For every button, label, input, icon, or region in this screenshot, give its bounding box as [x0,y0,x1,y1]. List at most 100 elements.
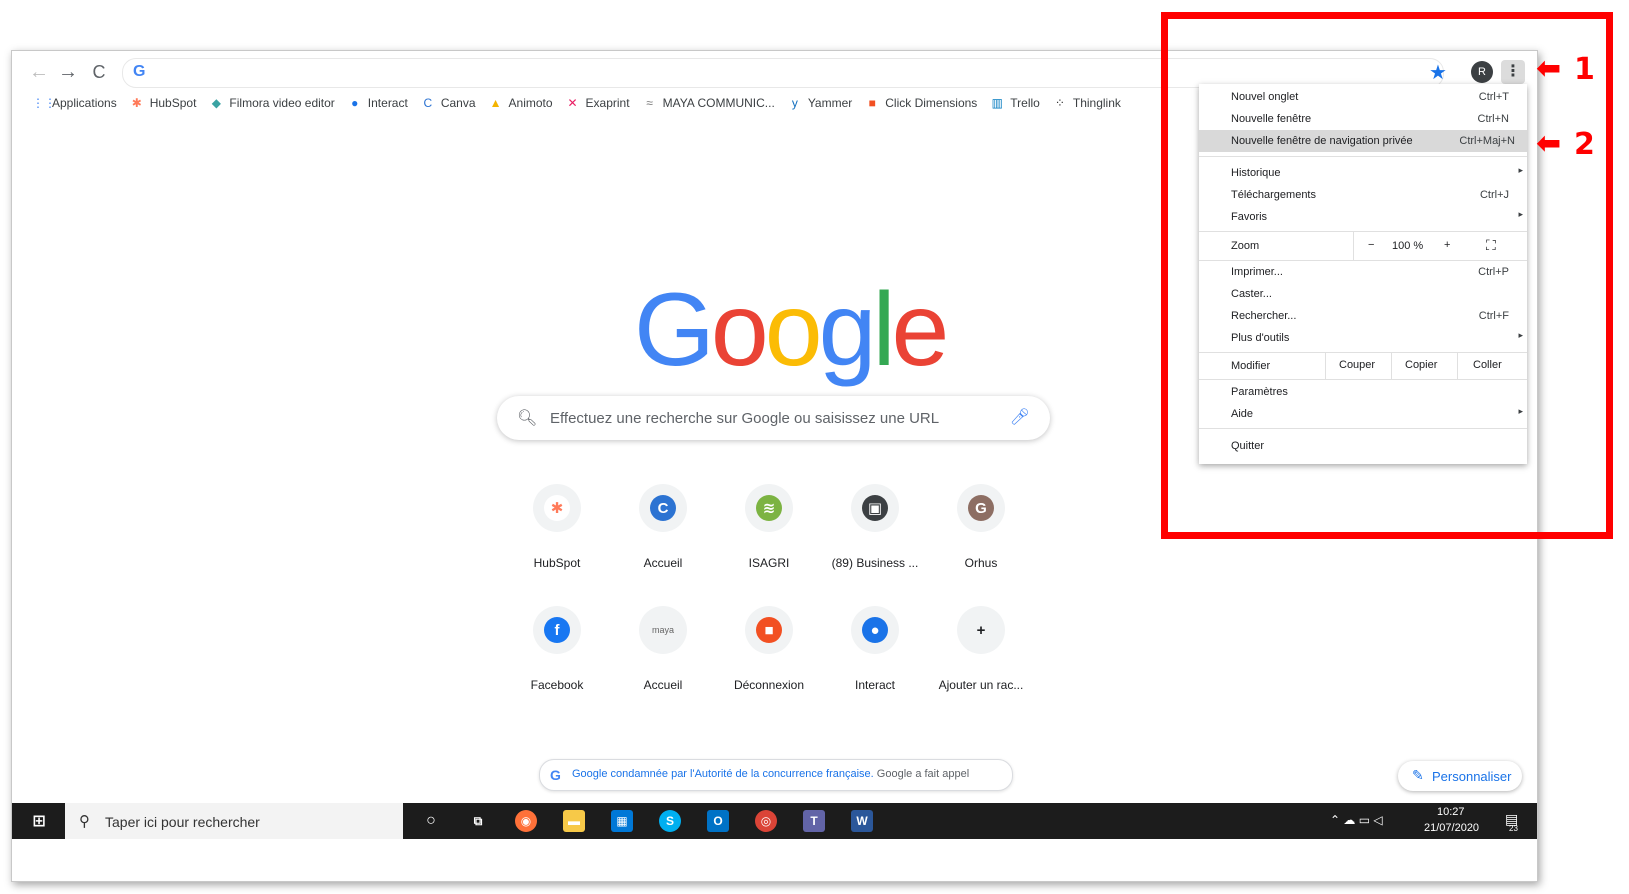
shortcut-tile[interactable]: ✱ HubSpot [501,476,613,588]
taskbar-search-input[interactable]: Taper ici pour rechercher [105,814,260,830]
clock-time[interactable]: 10:27 [1437,806,1465,818]
shortcut-circle: ✱ [533,484,581,532]
microsoft-icon: ■ [756,617,782,643]
highlight-box [1161,12,1613,539]
news-link[interactable]: Google condamnée par l'Autorité de la co… [572,768,874,780]
customize-label: Personnaliser [1432,769,1512,784]
shortcut-label: (89) Business ... [831,556,919,570]
forward-button[interactable]: → [55,59,81,85]
logo-letter: e [891,272,950,388]
logo-letter: g [818,272,877,388]
clock-date[interactable]: 21/07/2020 [1424,822,1479,834]
bookmark-item[interactable]: ▲ Animoto [489,96,553,110]
bookmark-item[interactable]: ⁘ Thinglink [1053,96,1121,110]
back-button[interactable]: ← [26,59,52,85]
google-g-icon: G [133,63,146,80]
bookmark-label: Exaprint [585,96,630,110]
letter-g-icon: G [968,495,994,521]
cortana-icon[interactable]: ○ [420,810,442,832]
bookmark-label: Filmora video editor [229,96,335,110]
hubspot-icon: ✱ [131,96,142,110]
bookmark-label: HubSpot [149,96,197,110]
interact-icon: ● [351,96,359,110]
canva-icon: C [650,495,676,521]
customize-button[interactable]: ✎ Personnaliser [1398,761,1522,791]
google-logo: Google [634,271,950,390]
outlook-icon[interactable]: O [707,810,729,832]
task-view-icon[interactable]: ⧉ [467,810,489,832]
shortcut-tile[interactable]: G Orhus [925,476,1037,588]
shortcut-circle: ▣ [851,484,899,532]
arrow-left-icon: ⬅ [1536,52,1562,85]
firefox-icon[interactable]: ◉ [515,810,537,832]
news-text: Google a fait appel [873,768,970,780]
bookmark-item[interactable]: ✕ Exaprint [566,96,630,110]
search-icon: ⚲ [79,813,90,830]
search-icon: 🔍︎ [517,410,538,427]
search-input[interactable]: Effectuez une recherche sur Google ou sa… [550,410,939,427]
file-explorer-icon[interactable]: ▬ [563,810,585,832]
bookmark-item[interactable]: ▥ Trello [990,96,1040,110]
bookmark-label: Applications [52,96,117,110]
news-chip[interactable]: G Google condamnée par l'Autorité de la … [539,759,1013,791]
shortcut-label: Accueil [643,678,683,692]
bookmark-label: Thinglink [1072,96,1121,110]
bookmark-label: Interact [367,96,408,110]
search-box[interactable]: 🔍︎ Effectuez une recherche sur Google ou… [497,396,1050,440]
filmora-icon: ◆ [211,96,222,110]
facebook-icon: f [544,617,570,643]
logo-letter: o [764,272,823,388]
shortcut-label: HubSpot [533,556,581,570]
step-number-1: 1 [1574,52,1595,87]
hubspot-icon: ✱ [544,495,570,521]
store-icon[interactable]: ▦ [611,810,633,832]
bookmark-label: Animoto [508,96,553,110]
shortcut-tile[interactable]: f Facebook [501,598,613,710]
grid-icon: ⋮⋮ [32,96,56,110]
shortcut-tile[interactable]: maya Accueil [607,598,719,710]
bookmark-item[interactable]: ◆ Filmora video editor [209,96,335,110]
logo-letter: G [634,272,715,388]
bookmark-item[interactable]: ≈ MAYA COMMUNIC... [643,96,775,110]
shortcut-tile[interactable]: ■ Déconnexion [713,598,825,710]
bookmark-item[interactable]: C Canva [421,96,475,110]
skype-icon[interactable]: S [659,810,681,832]
bookmark-label: Yammer [807,96,853,110]
shortcut-tile[interactable]: ≋ ISAGRI [713,476,825,588]
pencil-icon: ✎ [1412,767,1424,783]
shortcut-label: Accueil [643,556,683,570]
shortcut-circle: f [533,606,581,654]
arrow-left-icon: ⬅ [1536,127,1562,160]
shortcut-tile[interactable]: + Ajouter un rac... [925,598,1037,710]
notification-count: 23 [1509,824,1518,833]
shortcut-label: Interact [854,678,896,692]
tray-icons[interactable]: ⌃ ☁ ▭ ◁ [1330,813,1383,827]
bookmark-label: Click Dimensions [885,96,978,110]
bookmark-item[interactable]: ⋮⋮ Applications [32,96,117,110]
microphone-icon[interactable]: 🎤︎ [1010,407,1030,427]
shortcut-tile[interactable]: ● Interact [819,598,931,710]
shortcut-circle: G [957,484,1005,532]
add-icon: + [968,617,994,643]
bookmark-label: MAYA COMMUNIC... [662,96,775,110]
taskbar-search[interactable]: ⚲ Taper ici pour rechercher [65,803,403,839]
windows-start-icon[interactable]: ⊞ [28,810,50,832]
bookmark-item[interactable]: y Yammer [788,96,852,110]
linkedin-page-icon: ▣ [862,495,888,521]
bookmark-item[interactable]: ✱ HubSpot [130,96,197,110]
interact-icon: ● [862,617,888,643]
bookmark-item[interactable]: ■ Click Dimensions [865,96,978,110]
reload-button[interactable]: C [86,59,112,85]
shortcut-label: Facebook [530,678,584,692]
bookmark-item[interactable]: ● Interact [348,96,408,110]
shortcut-tile[interactable]: ▣ (89) Business ... [819,476,931,588]
exaprint-icon: ✕ [567,96,578,110]
yammer-icon: y [791,96,798,110]
windows-taskbar: ⊞ ⚲ Taper ici pour rechercher ○ ⧉ ◉ ▬ ▦ … [12,803,1537,839]
chrome-icon[interactable]: ◎ [755,810,777,832]
shortcut-tile[interactable]: C Accueil [607,476,719,588]
word-icon[interactable]: W [851,810,873,832]
isagri-icon: ≋ [756,495,782,521]
shortcut-label: Orhus [964,556,998,570]
teams-icon[interactable]: T [803,810,825,832]
